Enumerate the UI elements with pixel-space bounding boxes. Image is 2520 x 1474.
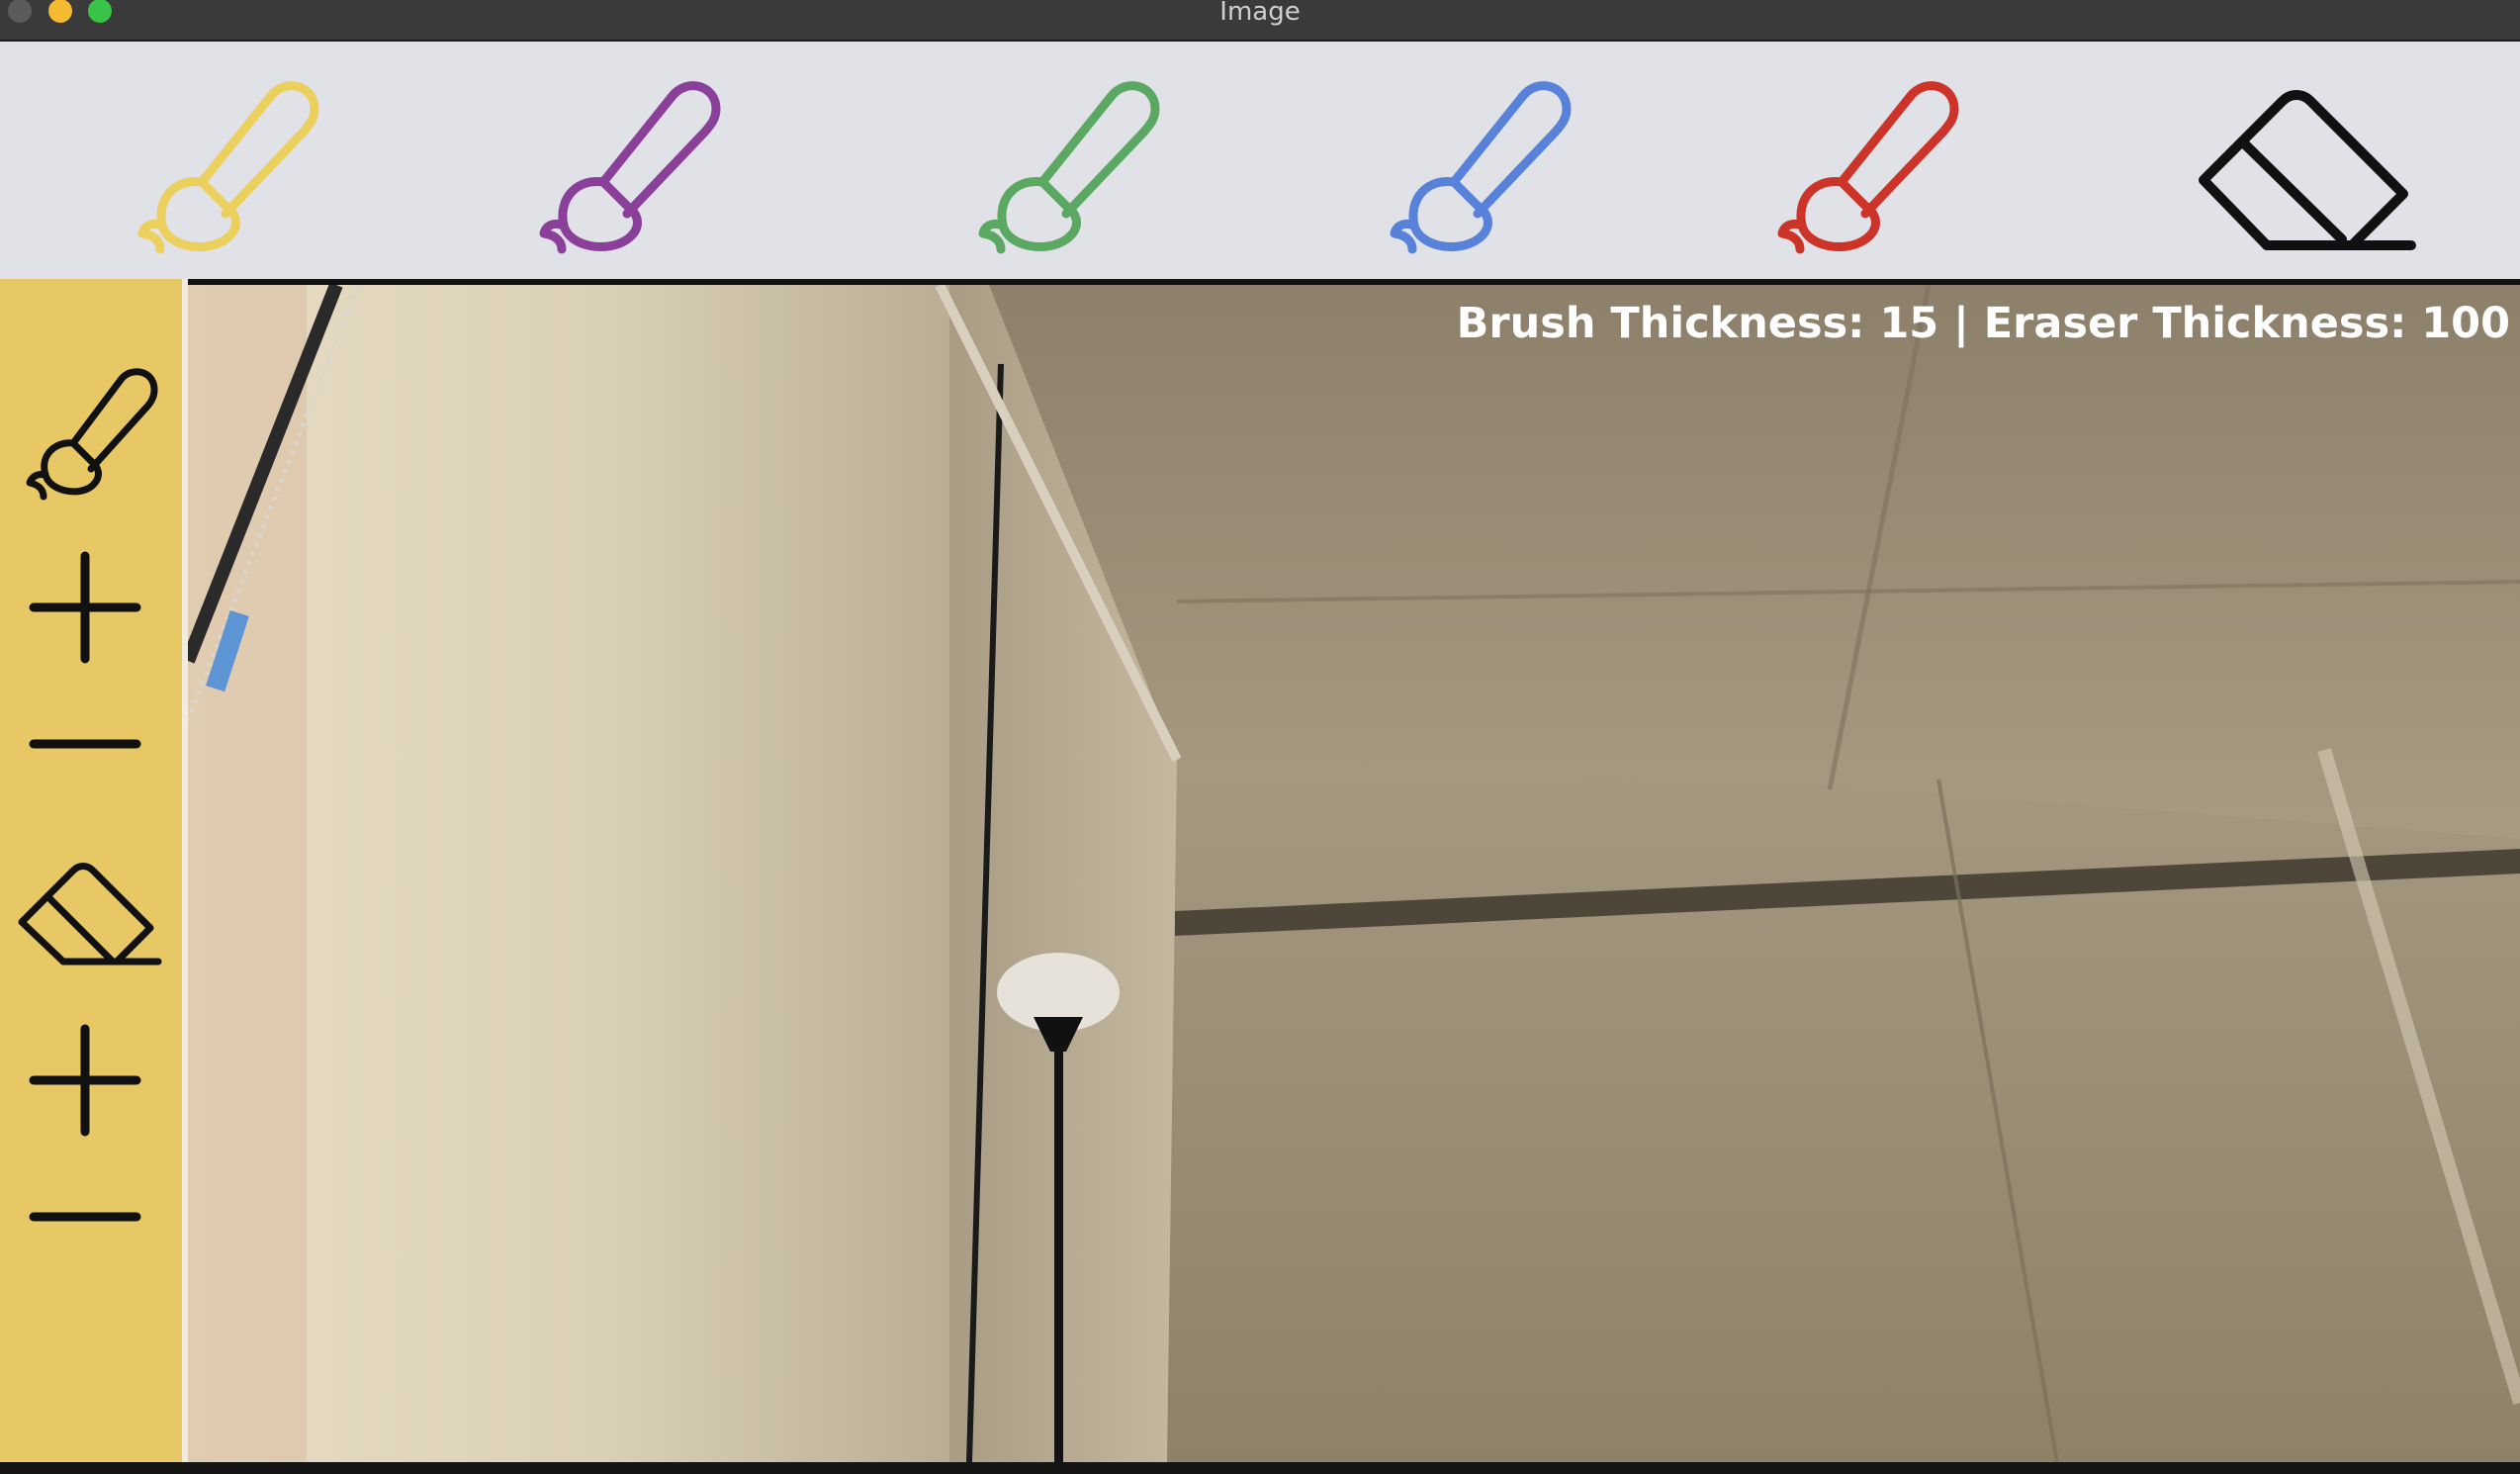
thickness-status: Brush Thickness: 15 | Eraser Thickness: … bbox=[1456, 299, 2510, 348]
minus-icon bbox=[29, 739, 141, 749]
yellow-brush-icon bbox=[137, 81, 319, 254]
eraser-decrease-button[interactable] bbox=[18, 1167, 164, 1286]
red-brush-button[interactable] bbox=[1756, 59, 1974, 271]
brush-increase-button[interactable] bbox=[18, 548, 164, 667]
eraser-icon bbox=[2199, 90, 2416, 250]
brush-decrease-button[interactable] bbox=[18, 694, 164, 813]
eraser-increase-button[interactable] bbox=[18, 1021, 164, 1140]
purple-brush-button[interactable] bbox=[518, 59, 736, 271]
camera-scene bbox=[188, 285, 2520, 1462]
blue-brush-icon bbox=[1390, 81, 1572, 254]
plus-icon bbox=[29, 551, 141, 664]
eraser-mode-button[interactable] bbox=[18, 847, 164, 966]
purple-brush-icon bbox=[539, 81, 721, 254]
window-titlebar: Image bbox=[0, 0, 2520, 42]
camera-canvas[interactable]: Brush Thickness: 15 | Eraser Thickness: … bbox=[188, 285, 2520, 1462]
minus-icon bbox=[29, 1212, 141, 1222]
brush-mode-button[interactable] bbox=[18, 358, 164, 501]
bottom-strip bbox=[0, 1462, 2520, 1474]
red-brush-icon bbox=[1777, 81, 1959, 254]
eraser-icon bbox=[18, 863, 162, 966]
blue-brush-button[interactable] bbox=[1369, 59, 1586, 271]
color-toolbar bbox=[0, 42, 2520, 279]
eraser-button[interactable] bbox=[2184, 71, 2421, 273]
plus-icon bbox=[29, 1024, 141, 1137]
brush-icon bbox=[26, 368, 158, 501]
green-brush-icon bbox=[978, 81, 1160, 254]
window-title: Image bbox=[1219, 0, 1301, 27]
green-brush-button[interactable] bbox=[957, 59, 1175, 271]
side-panel bbox=[0, 279, 188, 1462]
yellow-brush-button[interactable] bbox=[117, 59, 334, 271]
